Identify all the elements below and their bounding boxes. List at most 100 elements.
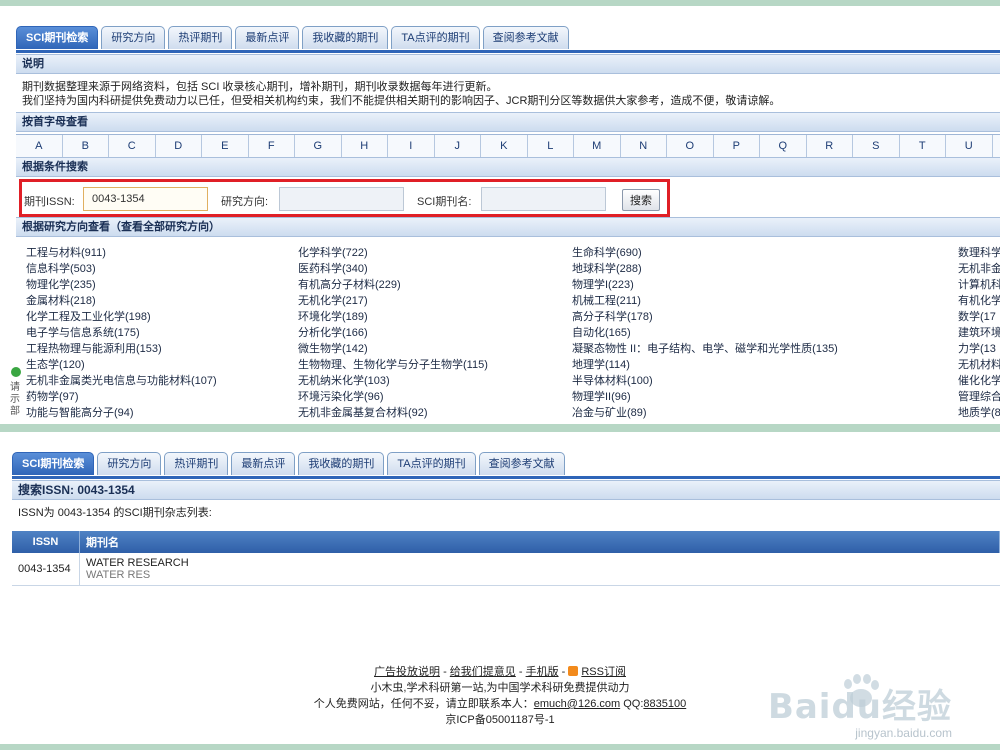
- tab-hot-journals[interactable]: 热评期刊: [168, 26, 233, 49]
- letter-v[interactable]: V: [993, 135, 1000, 157]
- field-link[interactable]: 无机非金: [958, 260, 1000, 276]
- letter-d[interactable]: D: [156, 135, 202, 157]
- field-link[interactable]: 物理学I(223): [572, 276, 634, 292]
- tab-latest-reviews[interactable]: 最新点评: [231, 452, 296, 475]
- field-link[interactable]: 有机高分子材料(229): [298, 276, 401, 292]
- field-link[interactable]: 管理综合: [958, 388, 1000, 404]
- letter-b[interactable]: B: [63, 135, 109, 157]
- field-link[interactable]: 无机纳米化学(103): [298, 372, 390, 388]
- letter-n[interactable]: N: [621, 135, 667, 157]
- issn-input[interactable]: [83, 187, 208, 211]
- field-link[interactable]: 信息科学(503): [26, 260, 96, 276]
- field-link[interactable]: 机械工程(211): [572, 292, 641, 308]
- letter-index: A B C D E F G H I J K L M N O P Q R S T …: [16, 134, 1000, 158]
- tab-latest-reviews[interactable]: 最新点评: [235, 26, 300, 49]
- bottom-tab-bar: SCI期刊检索 研究方向 热评期刊 最新点评 我收藏的期刊 TA点评的期刊 查阅…: [12, 452, 565, 476]
- field-link[interactable]: 生态学(120): [26, 356, 85, 372]
- field-link[interactable]: 无机材料: [958, 356, 1000, 372]
- table-row[interactable]: 0043-1354 WATER RESEARCH WATER RES: [12, 553, 1000, 586]
- qq-link[interactable]: 8835100: [643, 698, 686, 710]
- feedback-link[interactable]: 给我们提意见: [450, 666, 516, 678]
- field-link[interactable]: 建筑环境: [958, 324, 1000, 340]
- column-header-issn: ISSN: [12, 531, 80, 553]
- field-link[interactable]: 化学工程及工业化学(198): [26, 308, 151, 324]
- field-link[interactable]: 工程热物理与能源利用(153): [26, 340, 162, 356]
- field-link[interactable]: 有机化学: [958, 292, 1000, 308]
- letter-q[interactable]: Q: [760, 135, 807, 157]
- journal-title[interactable]: WATER RESEARCH: [86, 557, 994, 569]
- field-link[interactable]: 计算机科: [958, 276, 1000, 292]
- field-link[interactable]: 半导体材料(100): [572, 372, 653, 388]
- letter-c[interactable]: C: [109, 135, 156, 157]
- field-link[interactable]: 生命科学(690): [572, 244, 642, 260]
- field-link[interactable]: 数理科学: [958, 244, 1000, 260]
- field-link[interactable]: 冶金与矿业(89): [572, 404, 647, 420]
- field-link[interactable]: 电子学与信息系统(175): [26, 324, 140, 340]
- field-link[interactable]: 分析化学(166): [298, 324, 368, 340]
- title-cell[interactable]: WATER RESEARCH WATER RES: [79, 553, 1000, 586]
- field-link[interactable]: 工程与材料(911): [26, 244, 106, 260]
- letter-r[interactable]: R: [807, 135, 853, 157]
- tab-research-field[interactable]: 研究方向: [101, 26, 166, 49]
- field-link[interactable]: 微生物学(142): [298, 340, 368, 356]
- tab-my-favorites[interactable]: 我收藏的期刊: [298, 452, 385, 475]
- issn-cell: 0043-1354: [12, 553, 80, 586]
- letter-o[interactable]: O: [667, 135, 714, 157]
- tab-sci-search[interactable]: SCI期刊检索: [16, 26, 99, 49]
- letter-t[interactable]: T: [900, 135, 946, 157]
- tab-sci-search[interactable]: SCI期刊检索: [12, 452, 95, 475]
- tab-ta-reviewed[interactable]: TA点评的期刊: [391, 26, 480, 49]
- ads-link[interactable]: 广告投放说明: [374, 666, 440, 678]
- field-link[interactable]: 无机化学(217): [298, 292, 368, 308]
- search-button[interactable]: 搜索: [622, 189, 660, 211]
- journal-name-input[interactable]: [481, 187, 606, 211]
- rss-link[interactable]: RSS订阅: [581, 666, 626, 678]
- tab-underline: [16, 50, 1000, 53]
- tab-references[interactable]: 查阅参考文献: [478, 452, 565, 475]
- letter-a[interactable]: A: [16, 135, 63, 157]
- field-link[interactable]: 高分子科学(178): [572, 308, 653, 324]
- field-link[interactable]: 物理化学(235): [26, 276, 96, 292]
- letter-l[interactable]: L: [528, 135, 574, 157]
- letter-k[interactable]: K: [481, 135, 528, 157]
- research-field-input[interactable]: [279, 187, 404, 211]
- field-link[interactable]: 数学(17: [958, 308, 996, 324]
- field-link[interactable]: 力学(13: [958, 340, 996, 356]
- letter-i[interactable]: I: [388, 135, 435, 157]
- field-link[interactable]: 环境污染化学(96): [298, 388, 384, 404]
- letter-f[interactable]: F: [249, 135, 295, 157]
- fields-heading: 根据研究方向查看（查看全部研究方向）: [16, 217, 1000, 237]
- field-link[interactable]: 凝聚态物性 II：电子结构、电学、磁学和光学性质(135): [572, 340, 838, 356]
- field-link[interactable]: 地质学(8: [958, 404, 1000, 420]
- letter-m[interactable]: M: [574, 135, 621, 157]
- mobile-link[interactable]: 手机版: [526, 666, 559, 678]
- letter-u[interactable]: U: [946, 135, 993, 157]
- letter-j[interactable]: J: [435, 135, 481, 157]
- email-link[interactable]: emuch@126.com: [534, 698, 620, 710]
- field-link[interactable]: 化学科学(722): [298, 244, 368, 260]
- tab-ta-reviewed[interactable]: TA点评的期刊: [387, 452, 476, 475]
- tab-references[interactable]: 查阅参考文献: [482, 26, 569, 49]
- tab-hot-journals[interactable]: 热评期刊: [164, 452, 229, 475]
- field-link[interactable]: 地理学(114): [572, 356, 630, 372]
- field-link[interactable]: 药物学(97): [26, 388, 79, 404]
- field-link[interactable]: 环境化学(189): [298, 308, 368, 324]
- letter-h[interactable]: H: [342, 135, 388, 157]
- field-link[interactable]: 物理学II(96): [572, 388, 631, 404]
- field-link[interactable]: 自动化(165): [572, 324, 631, 340]
- field-link[interactable]: 催化化学: [958, 372, 1000, 388]
- field-link[interactable]: 生物物理、生物化学与分子生物学(115): [298, 356, 488, 372]
- field-link[interactable]: 金属材料(218): [26, 292, 96, 308]
- letter-s[interactable]: S: [853, 135, 900, 157]
- letter-e[interactable]: E: [202, 135, 249, 157]
- side-floating-text[interactable]: 请 示 部: [10, 382, 22, 418]
- field-link[interactable]: 无机非金属类光电信息与功能材料(107): [26, 372, 217, 388]
- field-link[interactable]: 地球科学(288): [572, 260, 642, 276]
- tab-research-field[interactable]: 研究方向: [97, 452, 162, 475]
- field-link[interactable]: 功能与智能高分子(94): [26, 404, 134, 420]
- letter-g[interactable]: G: [295, 135, 342, 157]
- field-link[interactable]: 无机非金属基复合材料(92): [298, 404, 428, 420]
- letter-p[interactable]: P: [714, 135, 760, 157]
- tab-my-favorites[interactable]: 我收藏的期刊: [302, 26, 389, 49]
- field-link[interactable]: 医药科学(340): [298, 260, 368, 276]
